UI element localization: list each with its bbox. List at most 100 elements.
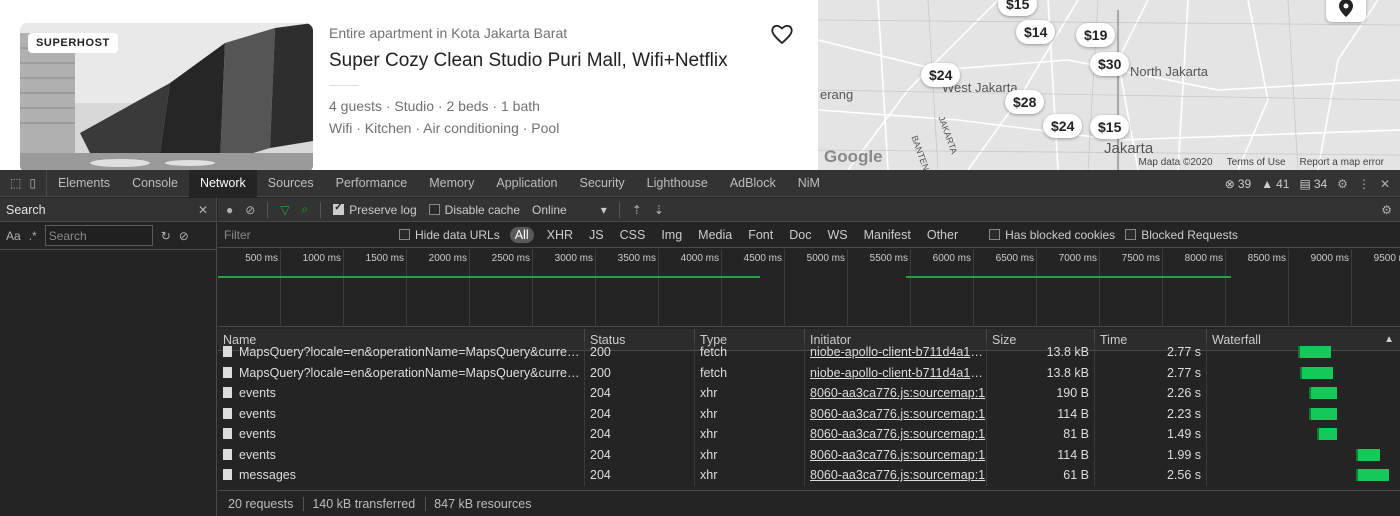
settings-gear-icon[interactable]: ⚙ (1337, 177, 1348, 191)
tab-memory[interactable]: Memory (418, 170, 485, 197)
tab-elements[interactable]: Elements (47, 170, 121, 197)
document-icon (223, 346, 232, 357)
preserve-log-checkbox[interactable]: Preserve log (333, 202, 417, 217)
tab-application[interactable]: Application (485, 170, 568, 197)
waterfall-cell (1207, 383, 1400, 404)
type-filter-font[interactable]: Font (745, 227, 776, 243)
initiator-link[interactable]: 8060-aa3ca776.js:sourcemap:1 (805, 383, 987, 404)
price-pin[interactable]: $19 (1076, 23, 1116, 47)
export-har-icon[interactable]: ⇣ (654, 203, 664, 217)
more-options-icon[interactable]: ⋮ (1358, 177, 1370, 191)
warning-count[interactable]: ▲ 41 (1261, 177, 1289, 191)
tab-console[interactable]: Console (121, 170, 189, 197)
waterfall-bar[interactable] (1299, 366, 1333, 379)
blocked-requests-checkbox[interactable]: Blocked Requests (1125, 228, 1238, 242)
listing-title[interactable]: Super Cozy Clean Studio Puri Mall, Wifi+… (329, 50, 799, 72)
tab-sources[interactable]: Sources (257, 170, 325, 197)
refresh-icon[interactable]: ↻ (161, 229, 171, 243)
clear-log-icon[interactable]: ⊘ (245, 203, 255, 217)
error-icon: ⊗ (1224, 176, 1235, 191)
map-label: Jakarta (1104, 140, 1154, 157)
waterfall-bar[interactable] (1355, 448, 1381, 461)
type-cell: fetch (695, 362, 805, 383)
type-filter-css[interactable]: CSS (617, 227, 649, 243)
initiator-link[interactable]: 8060-aa3ca776.js:sourcemap:1 (805, 465, 987, 486)
info-count[interactable]: ▤ 34 (1299, 177, 1327, 191)
match-case-toggle[interactable]: Aa (6, 229, 21, 243)
request-name-cell: events (218, 424, 585, 445)
type-filter-media[interactable]: Media (695, 227, 735, 243)
inspect-element-icon[interactable]: ⬚ (10, 176, 21, 190)
price-pin[interactable]: $30 (1090, 52, 1130, 76)
tab-adblock[interactable]: AdBlock (719, 170, 787, 197)
table-row[interactable]: messages 204 xhr 8060-aa3ca776.js:sourcemap… (218, 465, 1400, 486)
waterfall-bar[interactable] (1298, 346, 1332, 358)
waterfall-bar[interactable] (1308, 387, 1337, 399)
listing-photo[interactable]: SUPERHOST (20, 23, 313, 170)
initiator-link[interactable]: niobe-apollo-client-b711d4a1.j... (805, 342, 987, 363)
waterfall-bar[interactable] (1308, 407, 1337, 420)
type-filter-all[interactable]: All (509, 226, 534, 243)
type-filter-js[interactable]: JS (586, 227, 607, 243)
initiator-link[interactable]: 8060-aa3ca776.js:sourcemap:1 (805, 444, 987, 465)
table-row[interactable]: events 204 xhr 8060-aa3ca776.js:sourcemap:1… (218, 383, 1400, 404)
search-icon[interactable]: ⌕ (302, 202, 309, 217)
price-pin[interactable]: $14 (1016, 20, 1056, 44)
close-devtools-icon[interactable]: ✕ (1380, 177, 1390, 191)
price-pin[interactable]: $15 (1090, 115, 1130, 139)
report-map-error-link[interactable]: Report a map error (1300, 157, 1384, 168)
close-search-icon[interactable]: ✕ (198, 203, 208, 217)
table-row[interactable]: events 204 xhr 8060-aa3ca776.js:sourcemap:1… (218, 424, 1400, 445)
map-pin-icon[interactable] (1326, 0, 1366, 22)
type-filter-xhr[interactable]: XHR (544, 227, 576, 243)
filter-input[interactable] (224, 224, 389, 245)
waterfall-cell (1207, 445, 1400, 466)
initiator-link[interactable]: 8060-aa3ca776.js:sourcemap:1 (805, 424, 987, 445)
regex-toggle[interactable]: .* (29, 229, 37, 243)
search-panel: Search ✕ Aa .* ↻ ⊘ (0, 198, 217, 516)
disable-cache-checkbox[interactable]: Disable cache (428, 203, 520, 217)
type-filter-img[interactable]: Img (658, 227, 685, 243)
tab-performance[interactable]: Performance (325, 170, 419, 197)
type-filter-ws[interactable]: WS (824, 227, 850, 243)
search-input[interactable] (44, 225, 153, 246)
terms-link[interactable]: Terms of Use (1227, 157, 1286, 168)
has-blocked-cookies-checkbox[interactable]: Has blocked cookies (989, 228, 1115, 242)
price-pin[interactable]: $24 (921, 63, 961, 87)
table-row[interactable]: MapsQuery?locale=en&operationName=MapsQu… (218, 342, 1400, 363)
request-name-cell: MapsQuery?locale=en&operationName=MapsQu… (218, 362, 585, 383)
tab-security[interactable]: Security (569, 170, 636, 197)
price-pin[interactable]: $28 (1005, 90, 1045, 114)
table-row[interactable]: events 204 xhr 8060-aa3ca776.js:sourcemap:1… (218, 403, 1400, 424)
import-har-icon[interactable]: ⇡ (632, 203, 642, 217)
network-overview-timeline[interactable]: 500 ms 1000 ms 1500 ms 2000 ms 2500 ms 3000 m… (218, 249, 1400, 327)
type-filter-manifest[interactable]: Manifest (861, 227, 914, 243)
type-filter-other[interactable]: Other (924, 227, 961, 243)
type-filter-doc[interactable]: Doc (786, 227, 814, 243)
tab-nim[interactable]: NiM (787, 170, 831, 197)
clear-icon[interactable]: ⊘ (179, 229, 189, 243)
hide-data-urls-checkbox[interactable]: Hide data URLs (399, 228, 500, 242)
type-cell: xhr (695, 383, 805, 404)
map[interactable]: West Jakarta North Jakarta Jakarta erang… (818, 0, 1400, 170)
error-count[interactable]: ⊗ 39 (1225, 177, 1251, 191)
heart-icon[interactable] (770, 22, 794, 46)
table-row[interactable]: MapsQuery?locale=en&operationName=MapsQu… (218, 362, 1400, 383)
device-toolbar-icon[interactable]: ▯ (29, 176, 36, 190)
initiator-link[interactable]: niobe-apollo-client-b711d4a1.j... (805, 362, 987, 383)
waterfall-bar[interactable] (1355, 469, 1389, 481)
record-icon[interactable]: ● (226, 203, 233, 217)
filter-icon[interactable]: ▽ (280, 203, 289, 217)
waterfall-bar[interactable] (1317, 428, 1337, 440)
network-settings-gear-icon[interactable]: ⚙ (1381, 203, 1392, 217)
overview-tick-label: 3000 ms (554, 253, 593, 264)
divider (618, 201, 620, 218)
price-pin[interactable]: $15 (998, 0, 1038, 16)
table-row[interactable]: events 204 xhr 8060-aa3ca776.js:sourcemap:1… (218, 444, 1400, 466)
initiator-link[interactable]: 8060-aa3ca776.js:sourcemap:1 (805, 403, 987, 424)
size-cell: 61 B (987, 465, 1095, 486)
tab-lighthouse[interactable]: Lighthouse (636, 170, 719, 197)
price-pin[interactable]: $24 (1043, 114, 1083, 138)
throttling-select[interactable]: Online ▾ (532, 203, 607, 217)
tab-network[interactable]: Network (188, 169, 257, 197)
